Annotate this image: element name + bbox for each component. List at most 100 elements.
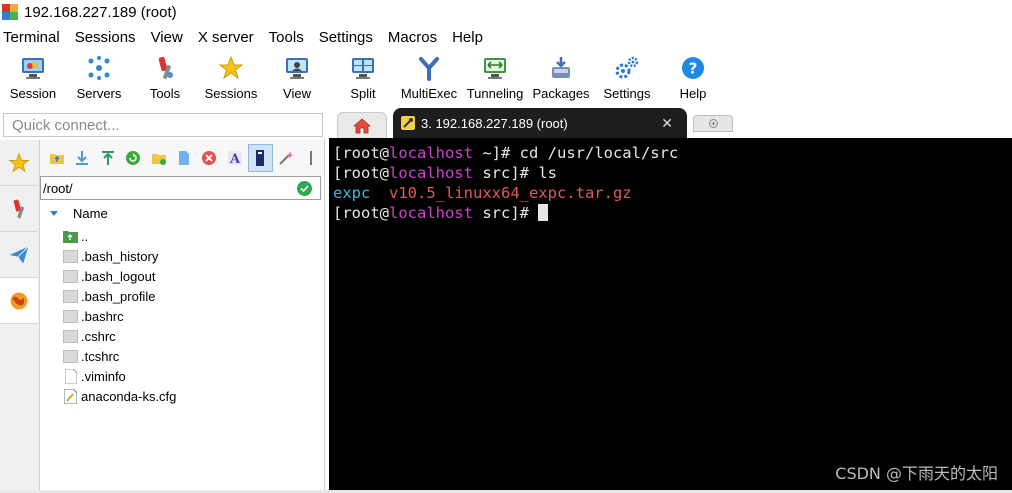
servers-button[interactable]: Servers <box>66 50 132 108</box>
new-file-button[interactable] <box>171 144 196 172</box>
sessions-button[interactable]: Sessions <box>198 50 264 108</box>
file-name: .tcshrc <box>81 348 120 364</box>
file-row[interactable]: anaconda-ks.cfg <box>40 386 324 406</box>
terminal-view[interactable]: [root@localhost ~]# cd /usr/local/src [r… <box>329 138 1012 490</box>
window-title: 192.168.227.189 (root) <box>24 3 177 21</box>
new-file-icon <box>178 151 189 165</box>
new-folder-button[interactable] <box>146 144 171 172</box>
sidebar-tools-tab[interactable] <box>0 186 38 232</box>
split-label: Split <box>350 86 376 101</box>
file-row[interactable]: .tcshrc <box>40 346 324 366</box>
help-icon: ? <box>679 54 707 82</box>
menu-x-server[interactable]: X server <box>192 29 263 46</box>
file-row[interactable]: .viminfo <box>40 366 324 386</box>
plus-icon <box>708 119 718 128</box>
magic-wand-icon <box>279 151 293 165</box>
packages-button[interactable]: Packages <box>528 50 594 108</box>
left-sidebar <box>0 140 40 493</box>
file-icon <box>63 289 78 303</box>
file-row[interactable]: .bash_logout <box>40 266 324 286</box>
file-row[interactable]: .bash_profile <box>40 286 324 306</box>
column-header-name[interactable]: Name <box>40 200 324 226</box>
help-button[interactable]: ? Help <box>660 50 726 108</box>
menu-bar: Terminal Sessions View X server Tools Se… <box>0 26 492 48</box>
sidebar-macros-tab[interactable] <box>0 232 38 278</box>
menu-sessions[interactable]: Sessions <box>69 29 145 46</box>
delete-button[interactable] <box>197 144 222 172</box>
tab-session-active[interactable]: 3. 192.168.227.189 (root) ✕ <box>393 108 687 138</box>
file-icon <box>63 249 78 263</box>
ssh-wrench-icon <box>401 116 415 130</box>
file-row[interactable]: .cshrc <box>40 326 324 346</box>
tab-strip: 3. 192.168.227.189 (root) ✕ <box>327 108 1012 138</box>
download-button[interactable] <box>69 144 94 172</box>
follow-terminal-icon <box>256 150 265 166</box>
terminal-prompt-line: [root@localhost src]# <box>333 203 1012 223</box>
file-row[interactable]: .bashrc <box>40 306 324 326</box>
upload-button[interactable] <box>95 144 120 172</box>
tunneling-label: Tunneling <box>466 86 524 101</box>
watermark-text: CSDN @下雨天的太阳 <box>835 464 998 483</box>
view-button[interactable]: View <box>264 50 330 108</box>
quick-connect-box <box>3 113 323 137</box>
split-button[interactable]: Split <box>330 50 396 108</box>
settings-button[interactable]: Settings <box>594 50 660 108</box>
folder-up-icon <box>49 154 64 164</box>
tab-close-icon[interactable]: ✕ <box>661 115 673 132</box>
menu-help[interactable]: Help <box>446 29 492 46</box>
menu-view[interactable]: View <box>145 29 192 46</box>
new-folder-icon <box>151 154 166 165</box>
config-file-icon <box>63 388 78 404</box>
home-icon <box>353 117 371 133</box>
main-toolbar: Session Servers Tools Sessions View Spli… <box>0 50 1012 108</box>
refresh-button[interactable] <box>120 144 145 172</box>
multiexec-label: MultiExec <box>400 86 458 101</box>
file-row-parent[interactable]: .. <box>40 226 324 246</box>
path-bar[interactable]: /root/ <box>40 176 321 200</box>
file-icon <box>63 349 78 363</box>
file-name: .bash_logout <box>81 268 156 284</box>
svg-text:?: ? <box>689 60 698 78</box>
quick-connect-input[interactable] <box>4 114 322 136</box>
multiexec-button[interactable]: MultiExec <box>396 50 462 108</box>
view-label: View <box>283 86 311 101</box>
terminal-line: [root@localhost src]# ls <box>333 164 557 182</box>
sort-caret-icon <box>50 210 58 216</box>
file-name: .bash_profile <box>81 288 156 304</box>
refresh-icon <box>126 151 141 165</box>
path-ok-check-icon[interactable] <box>297 181 312 196</box>
tunneling-button[interactable]: Tunneling <box>462 50 528 108</box>
properties-button[interactable] <box>273 144 298 172</box>
session-button[interactable]: Session <box>0 50 66 108</box>
mobaxterm-logo-icon <box>2 4 18 20</box>
file-row[interactable]: .bash_history <box>40 246 324 266</box>
new-tab-button[interactable] <box>693 115 733 132</box>
parent-folder-button[interactable] <box>44 144 69 172</box>
document-icon <box>63 368 78 384</box>
home-tab[interactable] <box>337 112 387 138</box>
multiexec-icon <box>415 54 443 82</box>
packages-label: Packages <box>532 86 590 101</box>
more-button[interactable] <box>299 144 324 172</box>
file-name: .cshrc <box>81 328 116 344</box>
file-name: .. <box>81 228 89 244</box>
settings-gears-icon <box>613 54 641 82</box>
sidebar-sessions-tab[interactable] <box>0 140 38 186</box>
menu-settings[interactable]: Settings <box>313 29 382 46</box>
file-name: .viminfo <box>81 368 126 384</box>
separator-icon <box>310 151 313 165</box>
servers-label: Servers <box>76 86 122 101</box>
terminal-follow-button[interactable] <box>247 144 274 172</box>
star-icon <box>8 151 30 173</box>
tools-button[interactable]: Tools <box>132 50 198 108</box>
file-icon <box>63 269 78 283</box>
menu-terminal[interactable]: Terminal <box>0 29 69 46</box>
sessions-label: Sessions <box>204 86 258 101</box>
menu-tools[interactable]: Tools <box>263 29 313 46</box>
rename-button[interactable]: A <box>222 144 247 172</box>
sidebar-sftp-tab[interactable] <box>0 278 38 324</box>
menu-macros[interactable]: Macros <box>382 29 446 46</box>
view-icon <box>283 54 311 82</box>
column-header-label: Name <box>73 205 108 221</box>
download-icon <box>76 151 89 165</box>
